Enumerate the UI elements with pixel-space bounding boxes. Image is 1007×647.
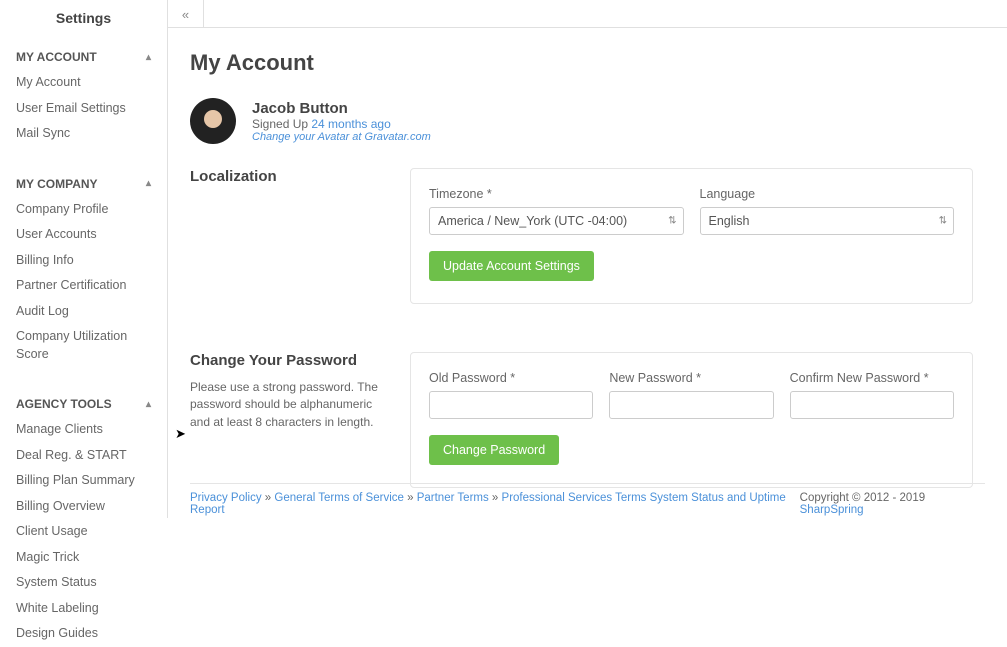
update-account-settings-button[interactable]: Update Account Settings	[429, 251, 594, 281]
sidebar-section-my-company[interactable]: MY COMPANY ▴	[0, 171, 167, 197]
partner-terms-link[interactable]: Partner Terms	[417, 492, 489, 504]
gravatar-link[interactable]: Change your Avatar at Gravatar.com	[252, 131, 431, 143]
sidebar-item-user-email-settings[interactable]: User Email Settings	[0, 96, 167, 122]
old-password-label: Old Password *	[429, 371, 593, 385]
sidebar-item-manage-clients[interactable]: Manage Clients	[0, 417, 167, 443]
change-password-button[interactable]: Change Password	[429, 435, 559, 465]
language-label: Language	[700, 187, 955, 201]
localization-card: Timezone * America / New_York (UTC -04:0…	[410, 168, 973, 304]
footer-links: Privacy Policy » General Terms of Servic…	[190, 492, 800, 516]
sidebar-section-agency-tools[interactable]: AGENCY TOOLS ▴	[0, 391, 167, 417]
sidebar-item-design-guides[interactable]: Design Guides	[0, 621, 167, 647]
profile-header: Jacob Button Signed Up 24 months ago Cha…	[190, 98, 973, 144]
new-password-input[interactable]	[609, 391, 773, 419]
old-password-input[interactable]	[429, 391, 593, 419]
settings-sidebar: Settings MY ACCOUNT ▴ My Account User Em…	[0, 0, 168, 518]
localization-section: Localization Timezone * America / New_Yo…	[190, 168, 973, 304]
page-title: My Account	[190, 50, 973, 76]
new-password-label: New Password *	[609, 371, 773, 385]
section-label: AGENCY TOOLS	[16, 397, 112, 411]
timezone-label: Timezone *	[429, 187, 684, 201]
chevron-up-icon: ▴	[146, 52, 151, 63]
localization-title: Localization	[190, 168, 390, 185]
avatar	[190, 98, 236, 144]
sidebar-title: Settings	[0, 10, 167, 26]
sidebar-item-mail-sync[interactable]: Mail Sync	[0, 121, 167, 147]
sidebar-item-magic-trick[interactable]: Magic Trick	[0, 545, 167, 571]
change-password-section: Change Your Password Please use a strong…	[190, 352, 973, 488]
sidebar-item-my-account[interactable]: My Account	[0, 70, 167, 96]
profile-signed-up: Signed Up 24 months ago	[252, 117, 431, 131]
sidebar-item-company-utilization-score[interactable]: Company Utilization Score	[0, 324, 167, 367]
sidebar-item-audit-log[interactable]: Audit Log	[0, 299, 167, 325]
chevron-double-left-icon: «	[182, 7, 189, 22]
timezone-select[interactable]: America / New_York (UTC -04:00)	[429, 207, 684, 235]
chevron-up-icon: ▴	[146, 178, 151, 189]
sidebar-item-billing-plan-summary[interactable]: Billing Plan Summary	[0, 468, 167, 494]
topbar: «	[168, 0, 1007, 28]
pro-services-terms-link[interactable]: Professional Services Terms	[502, 492, 647, 504]
change-password-card: Old Password * New Password * Confirm Ne…	[410, 352, 973, 488]
sidebar-item-user-accounts[interactable]: User Accounts	[0, 222, 167, 248]
password-help-text: Please use a strong password. The passwo…	[190, 379, 390, 431]
footer: Privacy Policy » General Terms of Servic…	[190, 483, 985, 516]
section-label: MY ACCOUNT	[16, 50, 97, 64]
sidebar-item-billing-info[interactable]: Billing Info	[0, 248, 167, 274]
sidebar-item-deal-reg-start[interactable]: Deal Reg. & START	[0, 443, 167, 469]
profile-name: Jacob Button	[252, 100, 431, 117]
sidebar-item-system-status[interactable]: System Status	[0, 570, 167, 596]
collapse-sidebar-button[interactable]: «	[168, 0, 204, 28]
sidebar-section-my-account[interactable]: MY ACCOUNT ▴	[0, 44, 167, 70]
sidebar-item-partner-certification[interactable]: Partner Certification	[0, 273, 167, 299]
confirm-password-label: Confirm New Password *	[790, 371, 954, 385]
chevron-up-icon: ▴	[146, 399, 151, 410]
sidebar-item-company-profile[interactable]: Company Profile	[0, 197, 167, 223]
main-content: My Account Jacob Button Signed Up 24 mon…	[168, 28, 995, 518]
confirm-password-input[interactable]	[790, 391, 954, 419]
brand-link[interactable]: SharpSpring	[800, 504, 864, 516]
signed-up-link[interactable]: 24 months ago	[311, 117, 390, 131]
privacy-policy-link[interactable]: Privacy Policy	[190, 492, 262, 504]
sidebar-item-client-usage[interactable]: Client Usage	[0, 519, 167, 545]
language-select[interactable]: English	[700, 207, 955, 235]
sidebar-item-billing-overview[interactable]: Billing Overview	[0, 494, 167, 520]
section-label: MY COMPANY	[16, 177, 98, 191]
sidebar-item-white-labeling[interactable]: White Labeling	[0, 596, 167, 622]
signed-up-prefix: Signed Up	[252, 117, 311, 131]
general-terms-link[interactable]: General Terms of Service	[274, 492, 404, 504]
change-password-title: Change Your Password	[190, 352, 390, 369]
footer-copyright: Copyright © 2012 - 2019 SharpSpring	[800, 492, 985, 516]
